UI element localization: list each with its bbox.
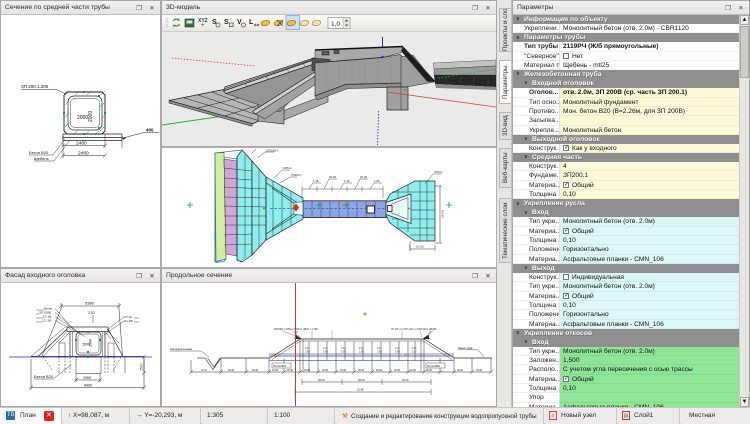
svg-text:40.00: 40.00 (318, 378, 325, 382)
svg-text:20.00: 20.00 (394, 369, 401, 372)
svg-text:2.00: 2.00 (359, 352, 364, 354)
svg-text:2.00: 2.00 (341, 352, 346, 354)
svg-text:10.00: 10.00 (416, 245, 424, 249)
svg-text:ЗУБ2а: ЗУБ2а (434, 170, 443, 174)
svg-text:20.00: 20.00 (287, 369, 294, 372)
svg-text:0.10: 0.10 (395, 348, 400, 350)
svg-text:2460: 2460 (78, 151, 89, 157)
svg-text:+: + (201, 23, 205, 29)
svg-text:Бетон В20: Бетон В20 (274, 364, 287, 368)
svg-text:С1 2В: С1 2В (124, 319, 132, 323)
svg-text:ЗП 200.1 2.0ЗП 200.1 2.0ЗП 200: ЗП 200.1 2.0ЗП 200.1 2.0ЗП 200.1 2В20В (391, 328, 437, 331)
svg-text:ЗП200В-1 ЗУБ2а ЗП200.1 ЗВ20.1: ЗП200В-1 ЗУБ2а ЗП200.1 ЗВ20.1 1.2В0 (274, 328, 318, 331)
svg-text:2.00: 2.00 (377, 352, 382, 354)
svg-text:0.10: 0.10 (377, 348, 382, 350)
svg-text:0.10: 0.10 (359, 348, 364, 350)
svg-text:S: S (224, 19, 229, 26)
svg-text:Засев трав: Засев трав (458, 346, 473, 350)
svg-text:Щебень: Щебень (34, 156, 49, 161)
svg-text:51.98: 51.98 (357, 388, 364, 392)
svg-text:2000: 2000 (77, 115, 88, 121)
svg-text:20.00: 20.00 (329, 175, 336, 179)
svg-text:2.00: 2.00 (412, 352, 417, 354)
svg-text:2460: 2460 (76, 141, 87, 147)
svg-text:2060: 2060 (83, 376, 91, 380)
svg-text:20.00: 20.00 (376, 369, 383, 372)
svg-text:10.00: 10.00 (410, 369, 417, 372)
svg-text:30.00: 30.00 (252, 369, 259, 372)
svg-text:2,02: 2,02 (88, 311, 95, 315)
svg-text:20.00: 20.00 (304, 369, 311, 372)
svg-text:20.00: 20.00 (322, 369, 329, 372)
svg-text:2000: 2000 (89, 339, 93, 347)
svg-text:1.06: 1.06 (344, 179, 350, 183)
svg-text:20.00: 20.00 (360, 175, 367, 179)
svg-text:40.00: 40.00 (358, 378, 365, 382)
svg-text:40.00: 40.00 (402, 378, 409, 382)
svg-text:0.10: 0.10 (305, 348, 310, 350)
svg-text:Нагорная канава: Нагорная канава (170, 347, 192, 351)
svg-text:2.00: 2.00 (395, 352, 400, 354)
svg-text:2.00: 2.00 (305, 352, 310, 354)
svg-text:L: L (249, 19, 254, 26)
svg-text:ЗУБ2а: ЗУБ2а (283, 166, 292, 170)
svg-text:30.00: 30.00 (457, 369, 464, 372)
svg-text:ЗП200.1: ЗП200.1 (291, 173, 302, 177)
svg-text:Бетон В20: Бетон В20 (428, 364, 441, 368)
svg-text:Бетон В20: Бетон В20 (29, 150, 49, 155)
svg-text:2.00: 2.00 (323, 352, 328, 354)
svg-text:30.00: 30.00 (426, 369, 433, 372)
svg-text:1500: 1500 (140, 363, 144, 371)
svg-text:27.07: 27.07 (201, 369, 208, 372)
svg-text:0.10: 0.10 (412, 348, 417, 350)
svg-text:С1 2В: С1 2В (43, 319, 51, 323)
svg-text:20.00: 20.00 (358, 369, 365, 372)
svg-text:2000: 2000 (88, 111, 94, 122)
svg-text:400: 400 (146, 128, 154, 133)
svg-text:10.00: 10.00 (272, 369, 279, 372)
svg-text:1.06: 1.06 (374, 179, 380, 183)
svg-text:0.10: 0.10 (341, 348, 346, 350)
svg-text:18.00: 18.00 (441, 210, 445, 218)
svg-text:5380: 5380 (85, 301, 95, 306)
svg-text:30.00: 30.00 (476, 369, 483, 372)
svg-text:ЗП 200.1.200: ЗП 200.1.200 (21, 84, 49, 89)
svg-text:30.00: 30.00 (228, 369, 235, 372)
svg-text:ЗП200В-1: ЗП200В-1 (266, 148, 279, 152)
svg-text:0.10: 0.10 (323, 348, 328, 350)
svg-text:1.06: 1.06 (313, 179, 319, 183)
svg-text:20.00: 20.00 (340, 369, 347, 372)
svg-text:1,0: 1,0 (331, 21, 340, 28)
svg-text:Бетон В20: Бетон В20 (34, 374, 54, 379)
svg-text:8400: 8400 (84, 384, 92, 388)
